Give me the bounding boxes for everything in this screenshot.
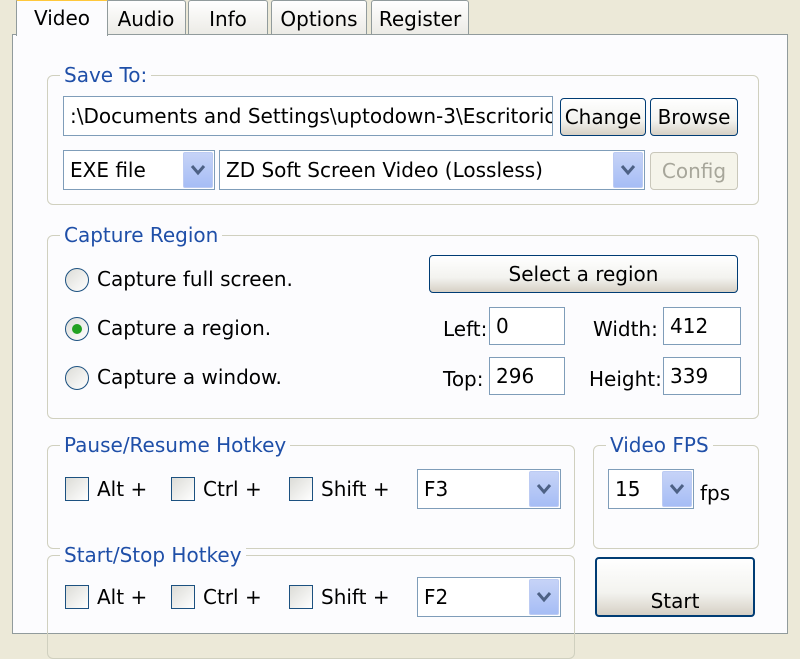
chevron-down-icon[interactable] bbox=[183, 152, 213, 188]
tab-video[interactable]: Video bbox=[16, 0, 108, 36]
pause-shift-checkbox[interactable] bbox=[289, 477, 313, 501]
top-input[interactable]: 296 bbox=[489, 357, 565, 395]
format-select[interactable]: EXE file bbox=[63, 150, 215, 190]
codec-select-value: ZD Soft Screen Video (Lossless) bbox=[226, 158, 543, 182]
start-key-select[interactable]: F2 bbox=[417, 577, 561, 617]
capture-region-label[interactable]: Capture a region. bbox=[97, 316, 271, 340]
pause-alt-label[interactable]: Alt + bbox=[97, 477, 147, 501]
pause-ctrl-checkbox[interactable] bbox=[171, 477, 195, 501]
top-label: Top: bbox=[443, 367, 484, 391]
pause-hotkey-legend: Pause/Resume Hotkey bbox=[60, 432, 291, 458]
start-hotkey-legend: Start/Stop Hotkey bbox=[60, 542, 246, 568]
start-ctrl-checkbox[interactable] bbox=[171, 585, 195, 609]
capture-full-screen-label[interactable]: Capture full screen. bbox=[97, 267, 293, 291]
chevron-down-icon[interactable] bbox=[613, 152, 643, 188]
capture-window-radio[interactable] bbox=[65, 366, 89, 390]
width-label: Width: bbox=[593, 317, 658, 341]
pause-key-select[interactable]: F3 bbox=[417, 469, 561, 509]
chevron-down-icon[interactable] bbox=[662, 471, 692, 507]
chevron-down-icon[interactable] bbox=[529, 471, 559, 507]
format-select-value: EXE file bbox=[70, 158, 146, 182]
video-fps-legend: Video FPS bbox=[606, 432, 713, 458]
fps-select-value: 15 bbox=[615, 477, 641, 501]
capture-window-label[interactable]: Capture a window. bbox=[97, 365, 282, 389]
left-input[interactable]: 0 bbox=[489, 307, 565, 345]
start-alt-checkbox[interactable] bbox=[65, 585, 89, 609]
fps-select[interactable]: 15 bbox=[608, 469, 694, 509]
capture-region-radio[interactable] bbox=[65, 317, 89, 341]
browse-button[interactable]: Browse bbox=[650, 98, 738, 136]
start-ctrl-label[interactable]: Ctrl + bbox=[203, 585, 262, 609]
start-button[interactable]: Start bbox=[595, 557, 755, 617]
pause-shift-label[interactable]: Shift + bbox=[321, 477, 390, 501]
config-button[interactable]: Config bbox=[650, 152, 738, 190]
fps-unit-label: fps bbox=[700, 481, 731, 505]
start-alt-label[interactable]: Alt + bbox=[97, 585, 147, 609]
save-path-input[interactable]: :\Documents and Settings\uptodown-3\Escr… bbox=[63, 96, 553, 136]
height-label: Height: bbox=[589, 367, 662, 391]
select-region-button[interactable]: Select a region bbox=[429, 255, 738, 293]
start-shift-label[interactable]: Shift + bbox=[321, 585, 390, 609]
left-label: Left: bbox=[443, 317, 488, 341]
codec-select[interactable]: ZD Soft Screen Video (Lossless) bbox=[219, 150, 645, 190]
start-shift-checkbox[interactable] bbox=[289, 585, 313, 609]
height-input[interactable]: 339 bbox=[663, 357, 741, 395]
tab-register[interactable]: Register bbox=[371, 0, 469, 34]
video-tab-panel: Save To: :\Documents and Settings\uptodo… bbox=[12, 34, 788, 659]
save-to-legend: Save To: bbox=[60, 62, 152, 88]
change-button[interactable]: Change bbox=[560, 98, 646, 136]
tab-info[interactable]: Info bbox=[188, 0, 268, 34]
tab-options[interactable]: Options bbox=[271, 0, 367, 34]
pause-ctrl-label[interactable]: Ctrl + bbox=[203, 477, 262, 501]
tab-audio[interactable]: Audio bbox=[106, 0, 186, 34]
width-input[interactable]: 412 bbox=[663, 307, 741, 345]
capture-region-legend: Capture Region bbox=[60, 222, 223, 248]
start-key-value: F2 bbox=[424, 585, 449, 609]
pause-alt-checkbox[interactable] bbox=[65, 477, 89, 501]
pause-key-value: F3 bbox=[424, 477, 449, 501]
capture-full-screen-radio[interactable] bbox=[65, 268, 89, 292]
chevron-down-icon[interactable] bbox=[529, 579, 559, 615]
